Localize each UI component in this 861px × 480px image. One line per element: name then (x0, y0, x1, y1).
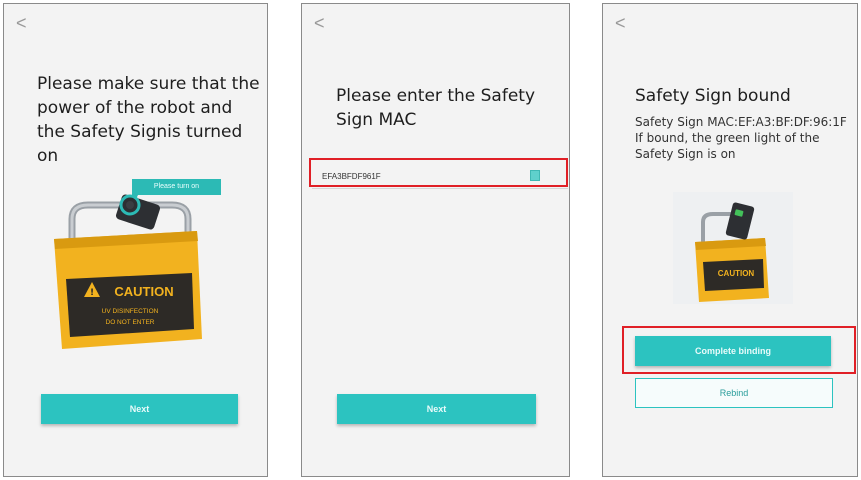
page-title: Safety Sign bound (635, 86, 791, 106)
rebind-button[interactable]: Rebind (635, 378, 833, 408)
power-illustration: Please turn on ! CAUTION UV DISINFECTION… (32, 179, 222, 364)
bound-sign-illustration: CAUTION (673, 192, 793, 304)
caution-sign-line-2: DO NOT ENTER (106, 319, 155, 326)
caution-sign-image: ! CAUTION UV DISINFECTION DO NOT ENTER (54, 194, 202, 349)
next-button[interactable]: Next (41, 394, 238, 424)
screen-enter-mac: < Please enter the Safety Sign MAC Next (301, 3, 570, 477)
back-chevron-icon[interactable]: < (615, 14, 626, 32)
caution-sign-line-1: UV DISINFECTION (102, 308, 159, 315)
complete-binding-button[interactable]: Complete binding (635, 336, 831, 366)
back-chevron-icon[interactable]: < (314, 14, 325, 32)
bound-info-text: Safety Sign MAC:EF:A3:BF:DF:96:1F If bou… (635, 115, 847, 161)
mac-input-highlight (309, 158, 568, 187)
caution-sign-image: CAUTION (695, 202, 769, 302)
svg-text:!: ! (90, 288, 94, 298)
caution-sign-header: CAUTION (718, 269, 755, 278)
page-title: Please enter the Safety Sign MAC (336, 86, 536, 130)
screen-bound: < Safety Sign bound Safety Sign MAC:EF:A… (602, 3, 858, 477)
caution-sign-header: CAUTION (114, 284, 173, 299)
back-chevron-icon[interactable]: < (16, 14, 27, 32)
screen-power-check: < Please make sure that the power of the… (3, 3, 268, 477)
next-button[interactable]: Next (337, 394, 536, 424)
page-title: Please make sure that the power of the r… (37, 74, 260, 166)
